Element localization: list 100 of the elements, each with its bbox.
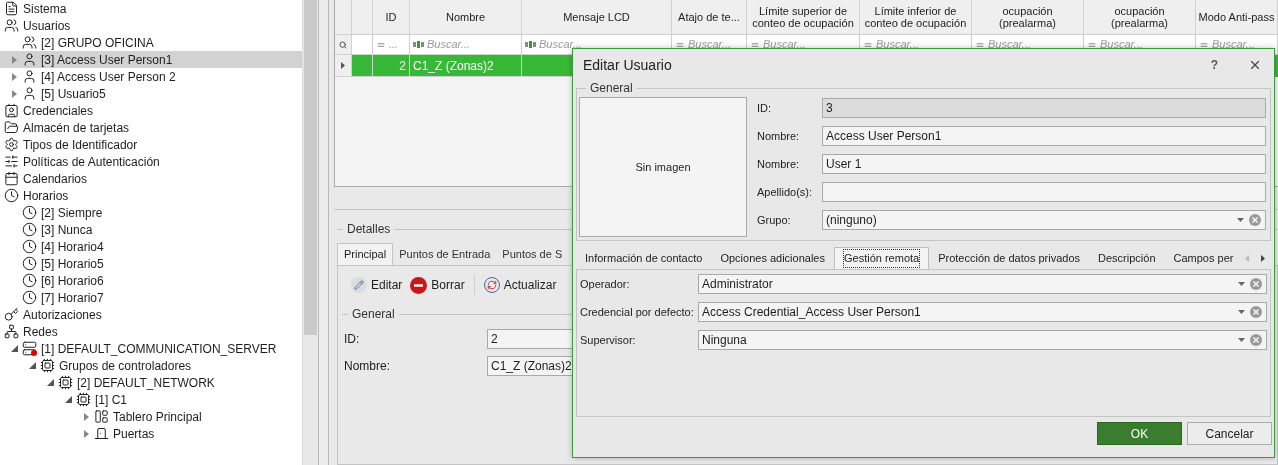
tree-item[interactable]: [6] Horario6 — [0, 272, 303, 289]
tree-item[interactable]: [1] DEFAULT_COMMUNICATION_SERVER — [0, 340, 303, 357]
clock-icon — [22, 273, 37, 288]
user-icon — [22, 52, 37, 67]
tree-item[interactable]: Autorizaciones — [0, 306, 303, 323]
toolbar-button[interactable]: Editar — [350, 276, 404, 294]
column-header[interactable]: ocupación (prealarma) — [972, 0, 1084, 35]
column-header[interactable]: Límite inferior de conteo de ocupación — [860, 0, 972, 35]
column-header[interactable]: Límite superior de conteo de ocupación — [747, 0, 860, 35]
field-label: Credencial por defecto: — [580, 304, 695, 320]
door-icon — [94, 426, 109, 441]
text-field[interactable]: Access User Person1 — [822, 126, 1266, 146]
users-icon — [22, 35, 37, 50]
field-label: Nombre: — [757, 156, 801, 172]
tree-item[interactable]: Sistema — [0, 0, 303, 17]
toolbar-button[interactable]: Actualizar — [482, 276, 558, 294]
clock-icon — [22, 205, 37, 220]
field-label: Nombre: — [344, 358, 391, 375]
tree-item[interactable]: [5] Usuario5 — [0, 85, 303, 102]
cancel-button[interactable]: Cancelar — [1187, 422, 1272, 445]
tree-item[interactable]: Usuarios — [0, 17, 303, 34]
tree-item[interactable]: [2] Siempre — [0, 204, 303, 221]
help-button[interactable]: ? — [1210, 56, 1218, 74]
dropdown-field[interactable]: Ninguna — [698, 330, 1267, 350]
column-header[interactable]: Mensaje LCD — [522, 0, 672, 35]
user-icon — [22, 86, 37, 101]
dropdown-field[interactable]: Access Credential_Access User Person1 — [698, 302, 1267, 322]
server-icon — [22, 341, 37, 356]
column-header[interactable]: ID — [373, 0, 410, 35]
tree-item[interactable]: [4] Horario4 — [0, 238, 303, 255]
column-header — [352, 0, 373, 35]
tree-item[interactable]: Políticas de Autenticación — [0, 153, 303, 170]
tab[interactable]: Gestión remota — [834, 247, 930, 269]
caret-icon[interactable] — [11, 72, 17, 81]
clock-icon — [22, 290, 37, 305]
tree-item[interactable]: [7] Horario7 — [0, 289, 303, 306]
tree-item[interactable]: Puertas — [0, 425, 303, 442]
tree-item[interactable]: Grupos de controladores — [0, 357, 303, 374]
group-title: General — [589, 80, 634, 97]
tree-item[interactable]: Calendarios — [0, 170, 303, 187]
photo-placeholder[interactable]: Sin imagen — [579, 97, 747, 237]
tree-item[interactable]: [1] C1 — [0, 391, 303, 408]
tree-item[interactable]: Tablero Principal — [0, 408, 303, 425]
column-header[interactable]: ocupación (prealarma) — [1084, 0, 1196, 35]
tab[interactable]: Principal — [337, 243, 394, 265]
field-label: ID: — [757, 100, 773, 116]
clear-icon[interactable] — [1249, 214, 1261, 226]
tab[interactable]: Puntos de S — [496, 243, 569, 265]
tab[interactable]: Protección de datos privados — [929, 247, 1090, 269]
ok-button[interactable]: OK — [1097, 422, 1182, 445]
dropdown-arrow-icon[interactable] — [1238, 282, 1245, 286]
tree-item[interactable]: [3] Access User Person1 — [0, 51, 303, 68]
row-indicator-icon — [341, 62, 345, 69]
clear-icon[interactable] — [1250, 306, 1262, 318]
scrollbar[interactable] — [302, 0, 319, 465]
dropdown-field[interactable]: (ninguno) — [822, 210, 1266, 230]
tree-item[interactable]: Redes — [0, 323, 303, 340]
tree-item[interactable]: [3] Nunca — [0, 221, 303, 238]
text-field[interactable] — [822, 182, 1266, 202]
tab[interactable]: Descripción — [1089, 247, 1165, 269]
tree-item[interactable]: Tipos de Identificador — [0, 136, 303, 153]
clock-icon — [22, 222, 37, 237]
group-title: General — [352, 306, 395, 323]
text-field[interactable]: User 1 — [822, 154, 1266, 174]
text-type-icon — [525, 41, 536, 48]
tab[interactable]: Puntos de Entrada — [393, 243, 497, 265]
scrollbar-thumb[interactable] — [304, 0, 318, 335]
column-header[interactable]: Atajo de te... — [672, 0, 747, 35]
caret-icon[interactable] — [28, 362, 36, 369]
caret-icon[interactable] — [64, 396, 72, 403]
chip-icon — [40, 358, 55, 373]
close-icon[interactable] — [1248, 58, 1262, 72]
column-header[interactable]: Nombre — [410, 0, 522, 35]
caret-icon[interactable] — [83, 412, 89, 421]
tree-item[interactable]: [5] Horario5 — [0, 255, 303, 272]
document-icon — [4, 1, 19, 16]
dropdown-field[interactable]: Administrator — [698, 274, 1267, 294]
tab[interactable]: Información de contacto — [576, 247, 712, 269]
tab[interactable]: Campos per — [1164, 247, 1243, 269]
caret-icon[interactable] — [10, 345, 18, 352]
caret-icon[interactable] — [46, 379, 54, 386]
clear-icon[interactable] — [1250, 334, 1262, 346]
tree-item[interactable]: [2] GRUPO OFICINA — [0, 34, 303, 51]
clear-icon[interactable] — [1250, 278, 1262, 290]
scroll-right-icon[interactable] — [1261, 254, 1265, 262]
caret-icon[interactable] — [83, 429, 89, 438]
tree-item[interactable]: Almacén de tarjetas — [0, 119, 303, 136]
toolbar-button[interactable]: Borrar — [409, 276, 466, 294]
dropdown-arrow-icon[interactable] — [1238, 310, 1245, 314]
tree-item[interactable]: Horarios — [0, 187, 303, 204]
caret-icon[interactable] — [11, 89, 17, 98]
tree-item[interactable]: Credenciales — [0, 102, 303, 119]
dropdown-arrow-icon[interactable] — [1238, 338, 1245, 342]
tree-item[interactable]: [4] Access User Person 2 — [0, 68, 303, 85]
dropdown-arrow-icon[interactable] — [1237, 218, 1244, 222]
pencil-icon — [351, 277, 367, 293]
column-header[interactable]: Modo Anti-pass — [1196, 0, 1278, 35]
field-label: Grupo: — [757, 212, 792, 228]
tree-item[interactable]: [2] DEFAULT_NETWORK — [0, 374, 303, 391]
tab[interactable]: Opciones adicionales — [711, 247, 834, 269]
